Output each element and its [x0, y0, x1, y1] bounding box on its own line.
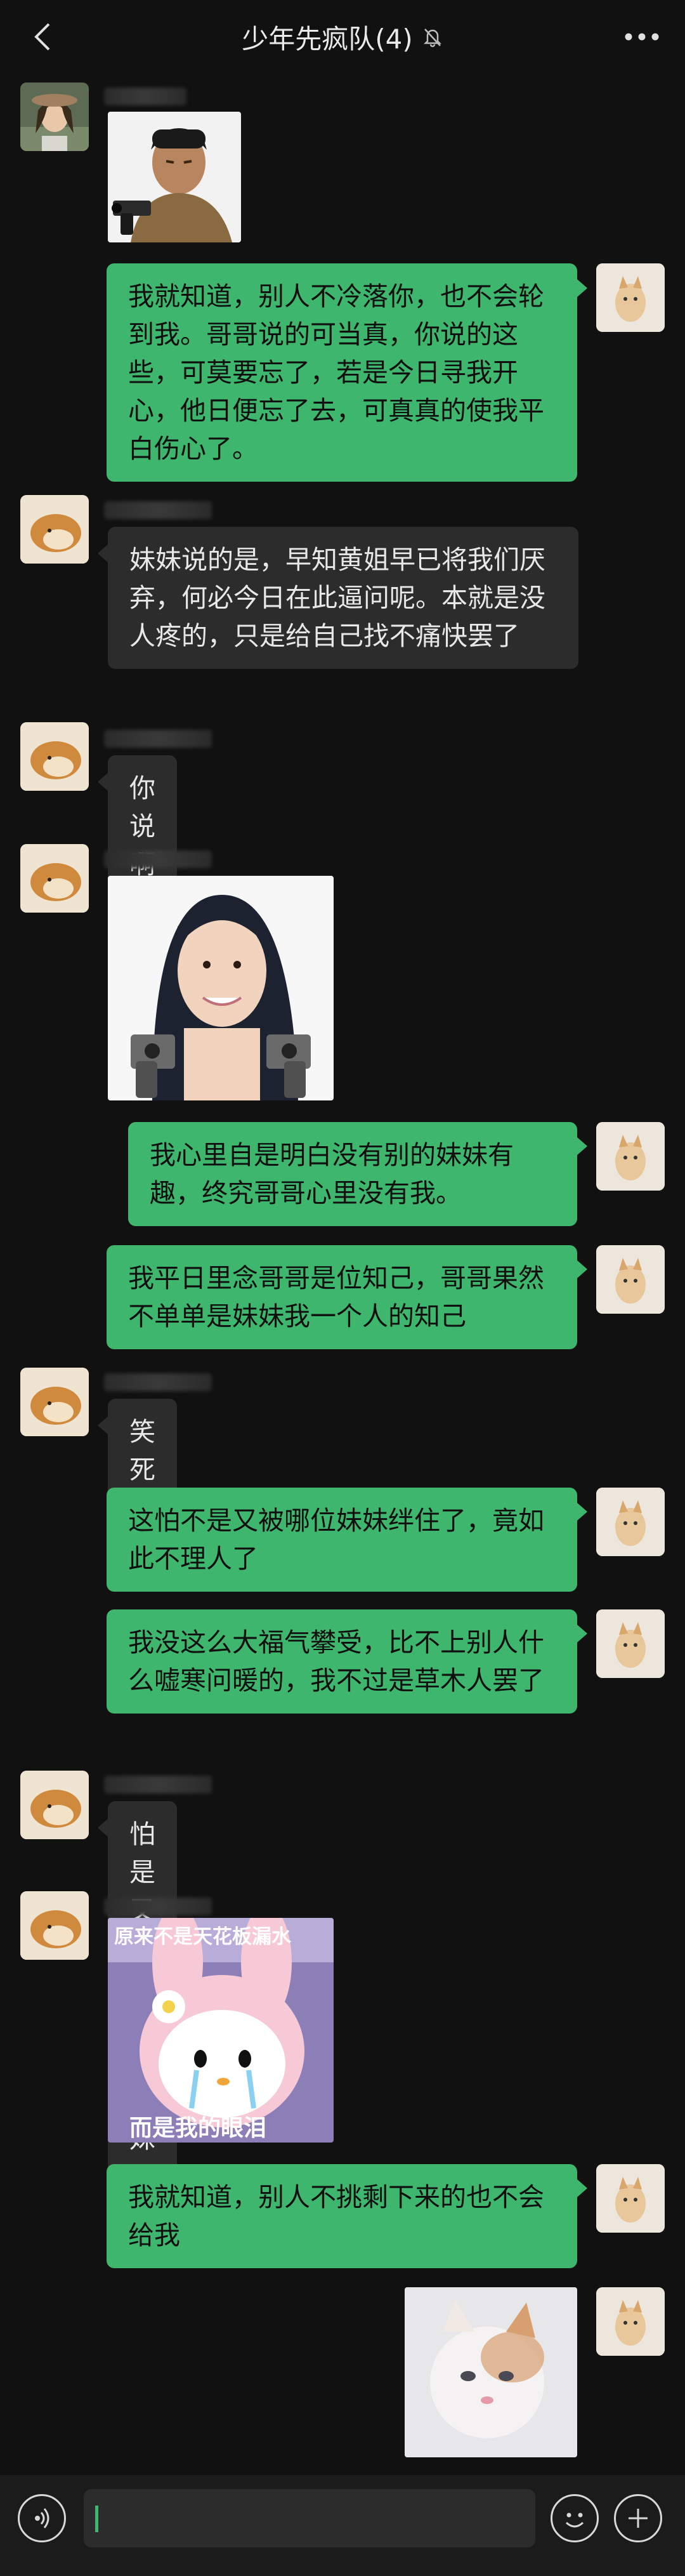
cat-avatar-image — [596, 1245, 665, 1314]
avatar[interactable] — [20, 1771, 89, 1839]
message-bubble[interactable]: 我平日里念哥哥是位知己，哥哥果然不单单是妹妹我一个人的知己 — [107, 1245, 577, 1349]
shiba-avatar-image — [20, 1891, 89, 1960]
avatar[interactable] — [20, 844, 89, 913]
plus-button[interactable] — [614, 2494, 662, 2542]
nickname-blurred — [104, 1776, 212, 1793]
back-button[interactable] — [25, 20, 58, 53]
message-bubble[interactable]: 妹妹说的是，早知黄姐早已将我们厌弃，何必今日在此逼问呢。本就是没人疼的，只是给自… — [108, 527, 578, 669]
voice-icon — [35, 2508, 49, 2528]
chat-title-wrap: 少年先疯队(4) — [242, 18, 443, 56]
man-with-gun-sticker[interactable] — [108, 112, 241, 242]
plus-icon — [629, 2509, 648, 2528]
shiba-avatar-image — [20, 495, 89, 564]
cat-avatar-image — [596, 1122, 665, 1191]
sticker-caption-top: 原来不是天花板漏水 — [114, 1925, 291, 1948]
avatar[interactable] — [20, 495, 89, 564]
cat-avatar-image — [596, 1488, 665, 1556]
voice-button[interactable] — [18, 2494, 66, 2542]
avatar[interactable] — [20, 1891, 89, 1960]
crying-bunny-sticker[interactable]: 原来不是天花板漏水 而是我的眼泪 — [108, 1918, 334, 2143]
more-dots-icon — [625, 33, 659, 41]
avatar[interactable] — [596, 263, 665, 332]
avatar[interactable] — [596, 2287, 665, 2356]
input-bar — [0, 2475, 685, 2576]
shiba-avatar-image — [20, 1368, 89, 1436]
more-button[interactable] — [620, 19, 663, 55]
avatar[interactable] — [20, 83, 89, 151]
cat-avatar-image — [596, 2287, 665, 2356]
message-bubble[interactable]: 我心里自是明白没有别的妹妹有趣，终究哥哥心里没有我。 — [128, 1122, 577, 1226]
avatar[interactable] — [596, 2164, 665, 2233]
avatar[interactable] — [20, 1368, 89, 1436]
shiba-avatar-image — [20, 722, 89, 791]
sticker-caption-bottom: 而是我的眼泪 — [129, 2115, 267, 2141]
avatar[interactable] — [596, 1245, 665, 1314]
shiba-avatar-image — [20, 1771, 89, 1839]
chevron-left-icon — [34, 23, 50, 51]
crying-cat-sticker[interactable] — [405, 2287, 577, 2457]
nickname-blurred — [104, 501, 212, 519]
nickname-blurred — [104, 730, 212, 748]
emoji-icon — [565, 2513, 584, 2528]
message-input[interactable] — [84, 2489, 535, 2547]
avatar[interactable] — [596, 1122, 665, 1191]
message-bubble[interactable]: 我没这么大福气攀受，比不上别人什么嘘寒问暖的，我不过是草木人罢了 — [107, 1609, 577, 1714]
cat-avatar-image — [596, 263, 665, 332]
nickname-blurred — [104, 88, 186, 105]
text-caret — [95, 2506, 98, 2532]
bell-off-icon — [423, 29, 441, 48]
girl-avatar-image — [20, 83, 89, 151]
woman-with-two-guns-sticker[interactable] — [108, 876, 334, 1100]
message-bubble[interactable]: 我就知道，别人不冷落你，也不会轮到我。哥哥说的可当真，你说的这些，可莫要忘了，若… — [107, 263, 577, 482]
avatar[interactable] — [596, 1488, 665, 1556]
avatar[interactable] — [20, 722, 89, 791]
chat-header: 少年先疯队(4) — [0, 0, 685, 74]
nickname-blurred — [104, 1373, 212, 1391]
nickname-blurred — [104, 850, 212, 868]
message-bubble[interactable]: 我就知道，别人不挑剩下来的也不会给我 — [107, 2164, 577, 2268]
emoji-button[interactable] — [551, 2494, 599, 2542]
nickname-blurred — [104, 1898, 212, 1915]
cat-avatar-image — [596, 1609, 665, 1678]
cat-avatar-image — [596, 2164, 665, 2233]
chat-title: 少年先疯队(4) — [242, 23, 413, 55]
shiba-avatar-image — [20, 844, 89, 913]
message-bubble[interactable]: 这怕不是又被哪位妹妹绊住了，竟如此不理人了 — [107, 1488, 577, 1592]
avatar[interactable] — [596, 1609, 665, 1678]
